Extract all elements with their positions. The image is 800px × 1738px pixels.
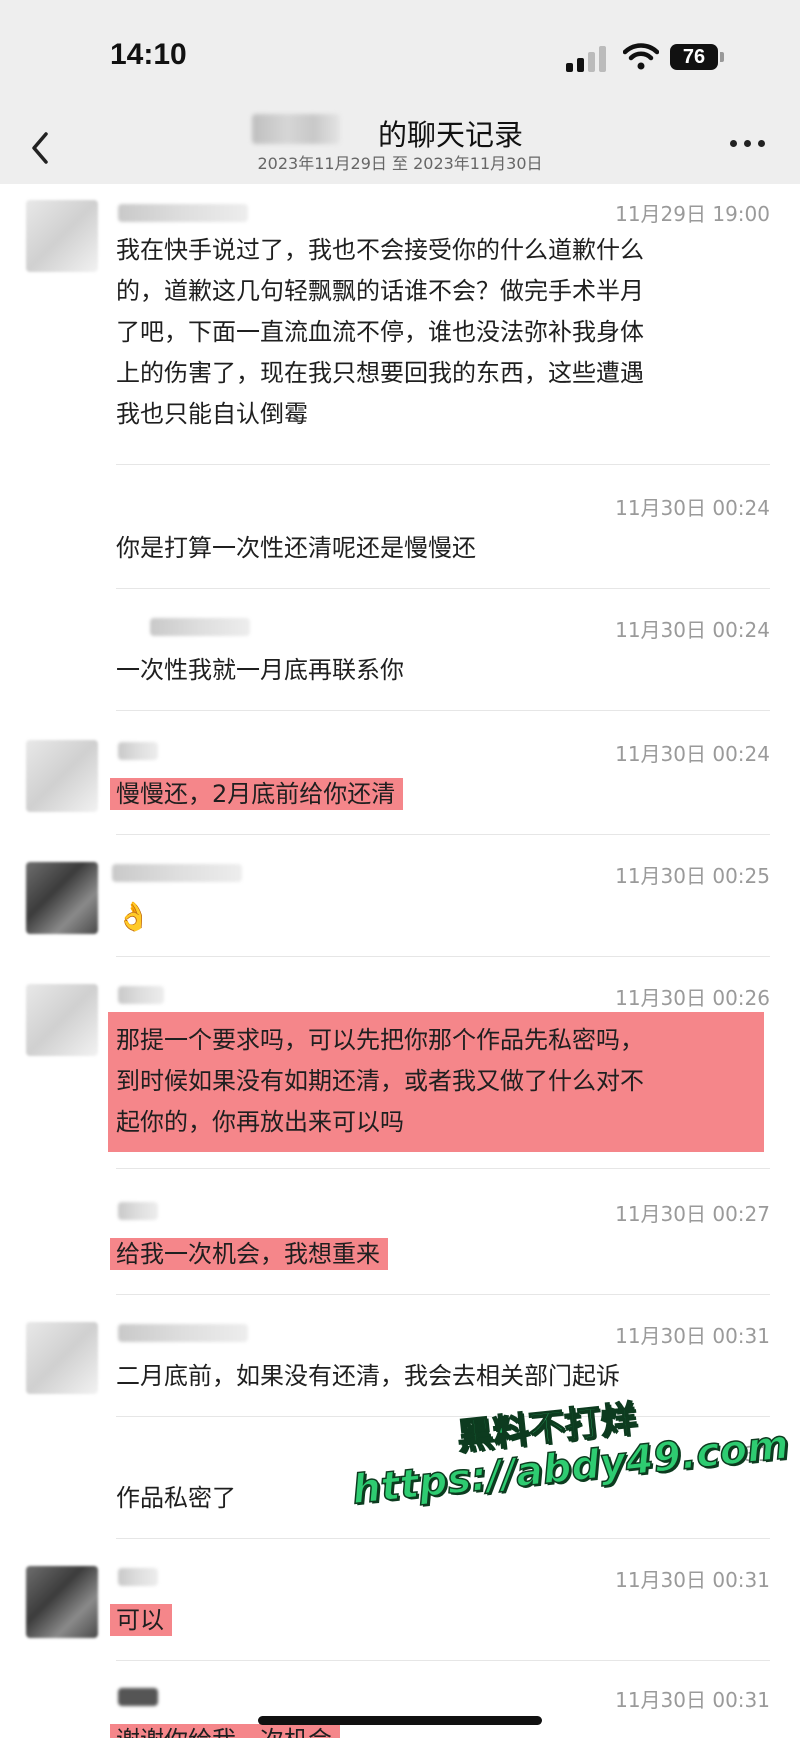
message-text: 一次性我就一月底再联系你 (116, 656, 404, 684)
redacted-sender-name (112, 864, 242, 882)
redacted-sender-name (118, 204, 248, 222)
chat-record-header: 的聊天记录 2023年11月29日 至 2023年11月30日 (0, 110, 800, 184)
message-item: 11月30日 00:24 你是打算一次性还清呢还是慢慢还 (0, 490, 800, 590)
divider (116, 1660, 770, 1661)
message-item: 11月30日 00:27 给我一次机会，我想重来 (0, 1196, 800, 1296)
divider (116, 834, 770, 835)
message-item: 11月30日 00:31 谢谢你给我一次机会 (0, 1682, 800, 1738)
message-line: 起你的，你再放出来可以吗 (116, 1108, 404, 1136)
message-line: 了吧，下面一直流血流不停，谁也没法弥补我身体 (116, 318, 644, 346)
message-line: 上的伤害了，现在我只想要回我的东西，这些遭遇 (116, 359, 644, 387)
message-time: 11月30日 00:31 (615, 1324, 770, 1348)
divider (116, 956, 770, 957)
message-line: 那提一个要求吗，可以先把你那个作品先私密吗， (116, 1026, 644, 1054)
message-text: 你是打算一次性还清呢还是慢慢还 (116, 534, 476, 562)
highlighted-text: 可以 (110, 1604, 172, 1636)
avatar (26, 1566, 98, 1638)
message-item: 11月30日 00:24 一次性我就一月底再联系你 (0, 612, 800, 712)
message-time: 11月30日 00:31 (615, 1688, 770, 1712)
message-text: 我在快手说过了，我也不会接受你的什么道歉什么 的，道歉这几句轻飘飘的话谁不会？做… (116, 230, 756, 435)
redacted-sender-name (118, 1688, 158, 1706)
message-time: 11月30日 00:24 (615, 742, 770, 766)
battery-icon: 76 (670, 44, 718, 70)
avatar (26, 862, 98, 934)
message-item: 11月30日 00:25 👌 (0, 858, 800, 958)
message-time: 11月30日 00:24 (615, 496, 770, 520)
redacted-sender-name (150, 618, 250, 636)
battery-cap (720, 52, 724, 62)
message-time: 11月30日 00:24 (615, 618, 770, 642)
highlighted-text: 慢慢还，2月底前给你还清 (110, 778, 404, 810)
avatar (26, 1322, 98, 1394)
divider (116, 464, 770, 465)
message-time: 11月30日 00:27 (615, 1202, 770, 1226)
signal-icon (566, 46, 610, 72)
message-emoji: 👌 (116, 900, 151, 933)
home-indicator[interactable] (258, 1716, 542, 1725)
message-time: 11月30日 00:25 (615, 864, 770, 888)
divider (116, 588, 770, 589)
message-item: 11月30日 00:24 慢慢还，2月底前给你还清 (0, 736, 800, 836)
message-line: 到时候如果没有如期还清，或者我又做了什么对不 (116, 1067, 644, 1095)
redacted-sender-name (118, 742, 158, 760)
more-icon[interactable] (730, 140, 768, 150)
wifi-icon (623, 43, 659, 70)
redacted-sender-name (118, 1202, 158, 1220)
message-text: 可以 (110, 1600, 756, 1641)
divider (116, 1168, 770, 1169)
message-item: 11月30日 00:31 可以 (0, 1562, 800, 1662)
avatar (26, 740, 98, 812)
message-line: 我也只能自认倒霉 (116, 400, 308, 428)
message-time: 11月30日 00:31 (615, 1568, 770, 1592)
status-time: 14:10 (110, 38, 187, 71)
redacted-sender-name (118, 1568, 158, 1586)
highlighted-text: 给我一次机会，我想重来 (110, 1238, 388, 1270)
message-line: 的，道歉这几句轻飘飘的话谁不会？做完手术半月 (116, 277, 644, 305)
message-item: 11月30日 00:26 那提一个要求吗，可以先把你那个作品先私密吗， 到时候如… (0, 980, 800, 1169)
redacted-contact-name (252, 114, 340, 144)
message-line: 我在快手说过了，我也不会接受你的什么道歉什么 (116, 236, 644, 264)
date-range: 2023年11月29日 至 2023年11月30日 (257, 154, 543, 173)
avatar (26, 200, 98, 272)
highlighted-text: 谢谢你给我一次机会 (110, 1724, 340, 1738)
avatar (26, 984, 98, 1056)
page-title: 的聊天记录 (378, 118, 524, 152)
divider (116, 1294, 770, 1295)
redacted-sender-name (118, 986, 164, 1004)
redacted-sender-name (118, 1324, 248, 1342)
divider (116, 710, 770, 711)
message-time: 11月29日 19:00 (615, 202, 770, 226)
message-item: 11月29日 19:00 我在快手说过了，我也不会接受你的什么道歉什么 的，道歉… (0, 196, 800, 468)
status-bar: 14:10 76 (0, 0, 800, 110)
message-text: 给我一次机会，我想重来 (110, 1234, 756, 1275)
message-text: 那提一个要求吗，可以先把你那个作品先私密吗， 到时候如果没有如期还清，或者我又做… (116, 1020, 756, 1143)
message-text: 慢慢还，2月底前给你还清 (110, 774, 756, 815)
message-time: 11月30日 00:26 (615, 986, 770, 1010)
